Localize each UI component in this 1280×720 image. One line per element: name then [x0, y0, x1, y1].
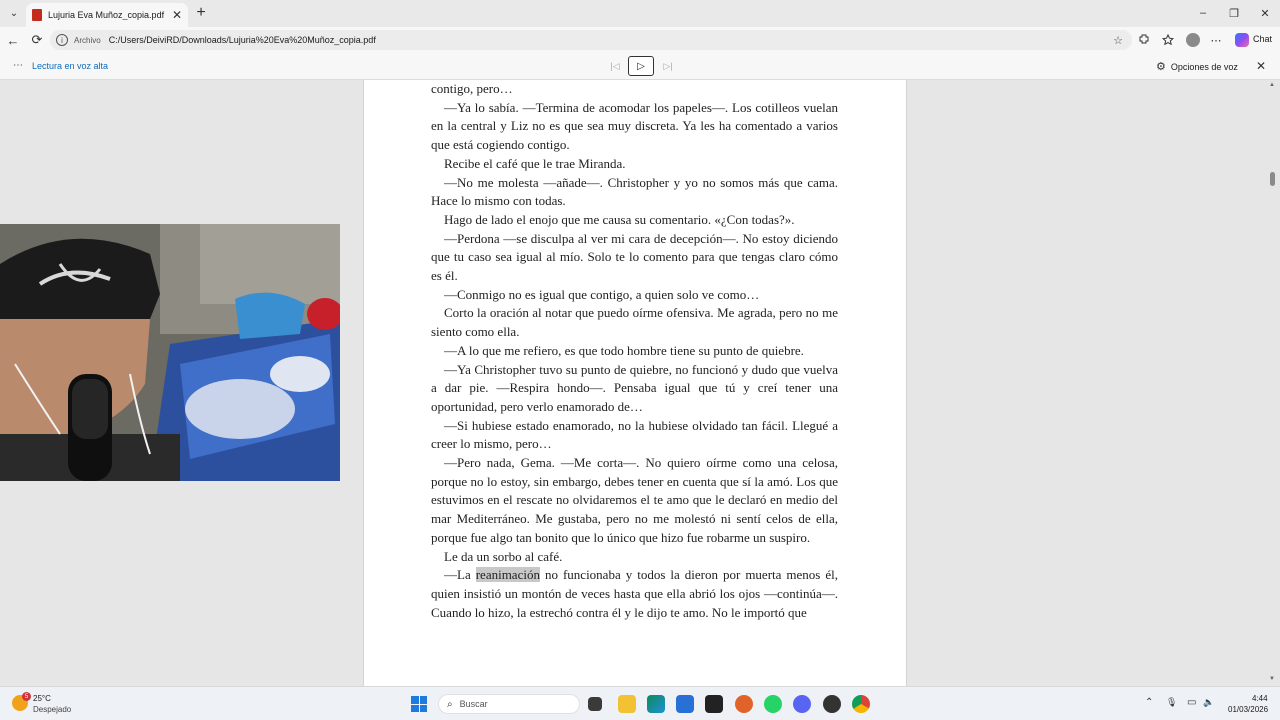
next-paragraph-button[interactable]: ▷| — [659, 58, 677, 74]
network-icon[interactable]: ▭ — [1187, 697, 1196, 708]
paragraph-text-pre: —La — [444, 567, 476, 583]
capcut-icon[interactable] — [705, 695, 723, 713]
favorite-star-icon[interactable]: ☆ — [1110, 34, 1126, 47]
pdf-file-icon — [32, 9, 42, 21]
back-button[interactable]: ← — [3, 31, 23, 49]
chrome-icon[interactable] — [852, 695, 870, 713]
site-info-icon[interactable]: i — [56, 34, 68, 46]
paragraph: contigo, pero… — [431, 81, 513, 96]
app-icon[interactable] — [735, 695, 753, 713]
microphone-icon[interactable]: 🎙 — [1166, 697, 1177, 708]
taskbar: 5 25°C Despejado ⌕ Buscar ⌃ 🎙 ▭ 🔈 4:44 0… — [0, 686, 1280, 720]
tab-strip: ⌄ Lujuria Eva Muñoz_copia.pdf ✕ + – ❐ ✕ — [0, 0, 1280, 27]
new-tab-button[interactable]: + — [192, 4, 210, 22]
extensions-icon[interactable] — [1137, 32, 1153, 48]
address-scheme-label: Archivo — [74, 35, 101, 45]
weather-temperature[interactable]: 25°C — [33, 694, 51, 703]
paragraph: Corto la oración al notar que puedo oírm… — [431, 305, 838, 340]
paragraph: —Pero nada, Gema. —Me corta—. No quiero … — [431, 455, 838, 545]
search-placeholder: Buscar — [459, 699, 488, 709]
obs-icon[interactable] — [823, 695, 841, 713]
paragraph: Le da un sorbo al café. — [444, 548, 563, 564]
voice-options-button[interactable]: ⚙ Opciones de voz — [1156, 60, 1238, 73]
read-aloud-bar: ⋯ Lectura en voz alta |◁ ▷ ▷| ⚙ Opciones… — [0, 53, 1280, 80]
weather-condition[interactable]: Despejado — [33, 705, 71, 714]
more-options-icon[interactable]: ⋯ — [1208, 32, 1224, 48]
read-aloud-menu-icon[interactable]: ⋯ — [13, 60, 23, 71]
favorites-icon[interactable] — [1160, 32, 1176, 48]
scroll-thumb[interactable] — [1270, 172, 1275, 186]
scroll-down-arrow[interactable]: ▼ — [1269, 676, 1275, 682]
read-aloud-highlighted-word: reanimación — [475, 567, 540, 583]
start-button[interactable] — [411, 696, 427, 712]
tray-expand-icon[interactable]: ⌃ — [1145, 697, 1153, 708]
paragraph: —Conmigo no es igual que contigo, a quie… — [444, 286, 760, 302]
url-text[interactable]: C:/Users/DeiviRD/Downloads/Lujuria%20Eva… — [109, 35, 1110, 45]
paragraph: Recibe el café que le trae Miranda. — [444, 155, 626, 171]
voice-options-label: Opciones de voz — [1170, 61, 1238, 72]
discord-icon[interactable] — [793, 695, 811, 713]
play-button[interactable]: ▷ — [628, 56, 654, 76]
minimize-button[interactable]: – — [1188, 4, 1218, 22]
previous-paragraph-button[interactable]: |◁ — [606, 58, 624, 74]
read-aloud-close-button[interactable]: ✕ — [1254, 58, 1268, 74]
chat-label[interactable]: Chat — [1253, 34, 1272, 44]
voice-settings-icon: ⚙ — [1156, 61, 1166, 73]
address-bar-row: ← ⟳ i Archivo C:/Users/DeiviRD/Downloads… — [0, 27, 1280, 53]
reload-button[interactable]: ⟳ — [27, 31, 47, 49]
tab-active-pdf[interactable]: Lujuria Eva Muñoz_copia.pdf ✕ — [26, 3, 188, 27]
restore-button[interactable]: ❐ — [1219, 4, 1249, 22]
edge-icon[interactable] — [647, 695, 665, 713]
file-explorer-icon[interactable] — [618, 695, 636, 713]
vertical-scrollbar[interactable]: ▲ ▼ — [1267, 80, 1279, 686]
copilot-icon[interactable] — [1235, 33, 1249, 47]
volume-icon[interactable]: 🔈 — [1203, 697, 1214, 708]
tab-close-icon[interactable]: ✕ — [170, 8, 184, 22]
window-close-button[interactable]: ✕ — [1250, 4, 1280, 22]
weather-badge: 5 — [22, 692, 31, 701]
address-bar[interactable]: i Archivo C:/Users/DeiviRD/Downloads/Luj… — [50, 30, 1132, 50]
paragraph: —Ya lo sabía. —Termina de acomodar los p… — [431, 99, 838, 153]
paragraph-current-reading: —La reanimación no funcionaba y todos la… — [431, 566, 838, 622]
read-aloud-label: Lectura en voz alta — [32, 61, 109, 71]
paragraph: —A lo que me refiero, es que todo hombre… — [444, 342, 804, 358]
taskbar-search[interactable]: ⌕ Buscar — [438, 694, 580, 714]
paragraph: Hago de lado el enojo que me causa su co… — [444, 211, 795, 227]
tab-title: Lujuria Eva Muñoz_copia.pdf — [48, 10, 165, 20]
scroll-up-arrow[interactable]: ▲ — [1269, 82, 1275, 88]
tab-list-button[interactable]: ⌄ — [4, 4, 24, 22]
paragraph: —Perdona —se disculpa al ver mi cara de … — [431, 230, 838, 284]
clock-time[interactable]: 4:44 — [1252, 694, 1268, 703]
clock-date[interactable]: 01/03/2026 — [1228, 705, 1268, 714]
paragraph: —No me molesta —añade—. Christopher y yo… — [431, 174, 838, 209]
task-view-icon[interactable] — [588, 697, 602, 711]
search-icon: ⌕ — [447, 698, 453, 710]
paragraph: —Ya Christopher tuvo su punto de quiebre… — [431, 361, 838, 414]
profile-avatar[interactable] — [1186, 33, 1200, 47]
webcam-overlay — [0, 224, 340, 481]
whatsapp-icon[interactable] — [764, 695, 782, 713]
pdf-text-content: contigo, pero… —Ya lo sabía. —Termina de … — [431, 80, 838, 622]
paragraph: —Si hubiese estado enamorado, no la hubi… — [431, 417, 838, 452]
store-icon[interactable] — [676, 695, 694, 713]
